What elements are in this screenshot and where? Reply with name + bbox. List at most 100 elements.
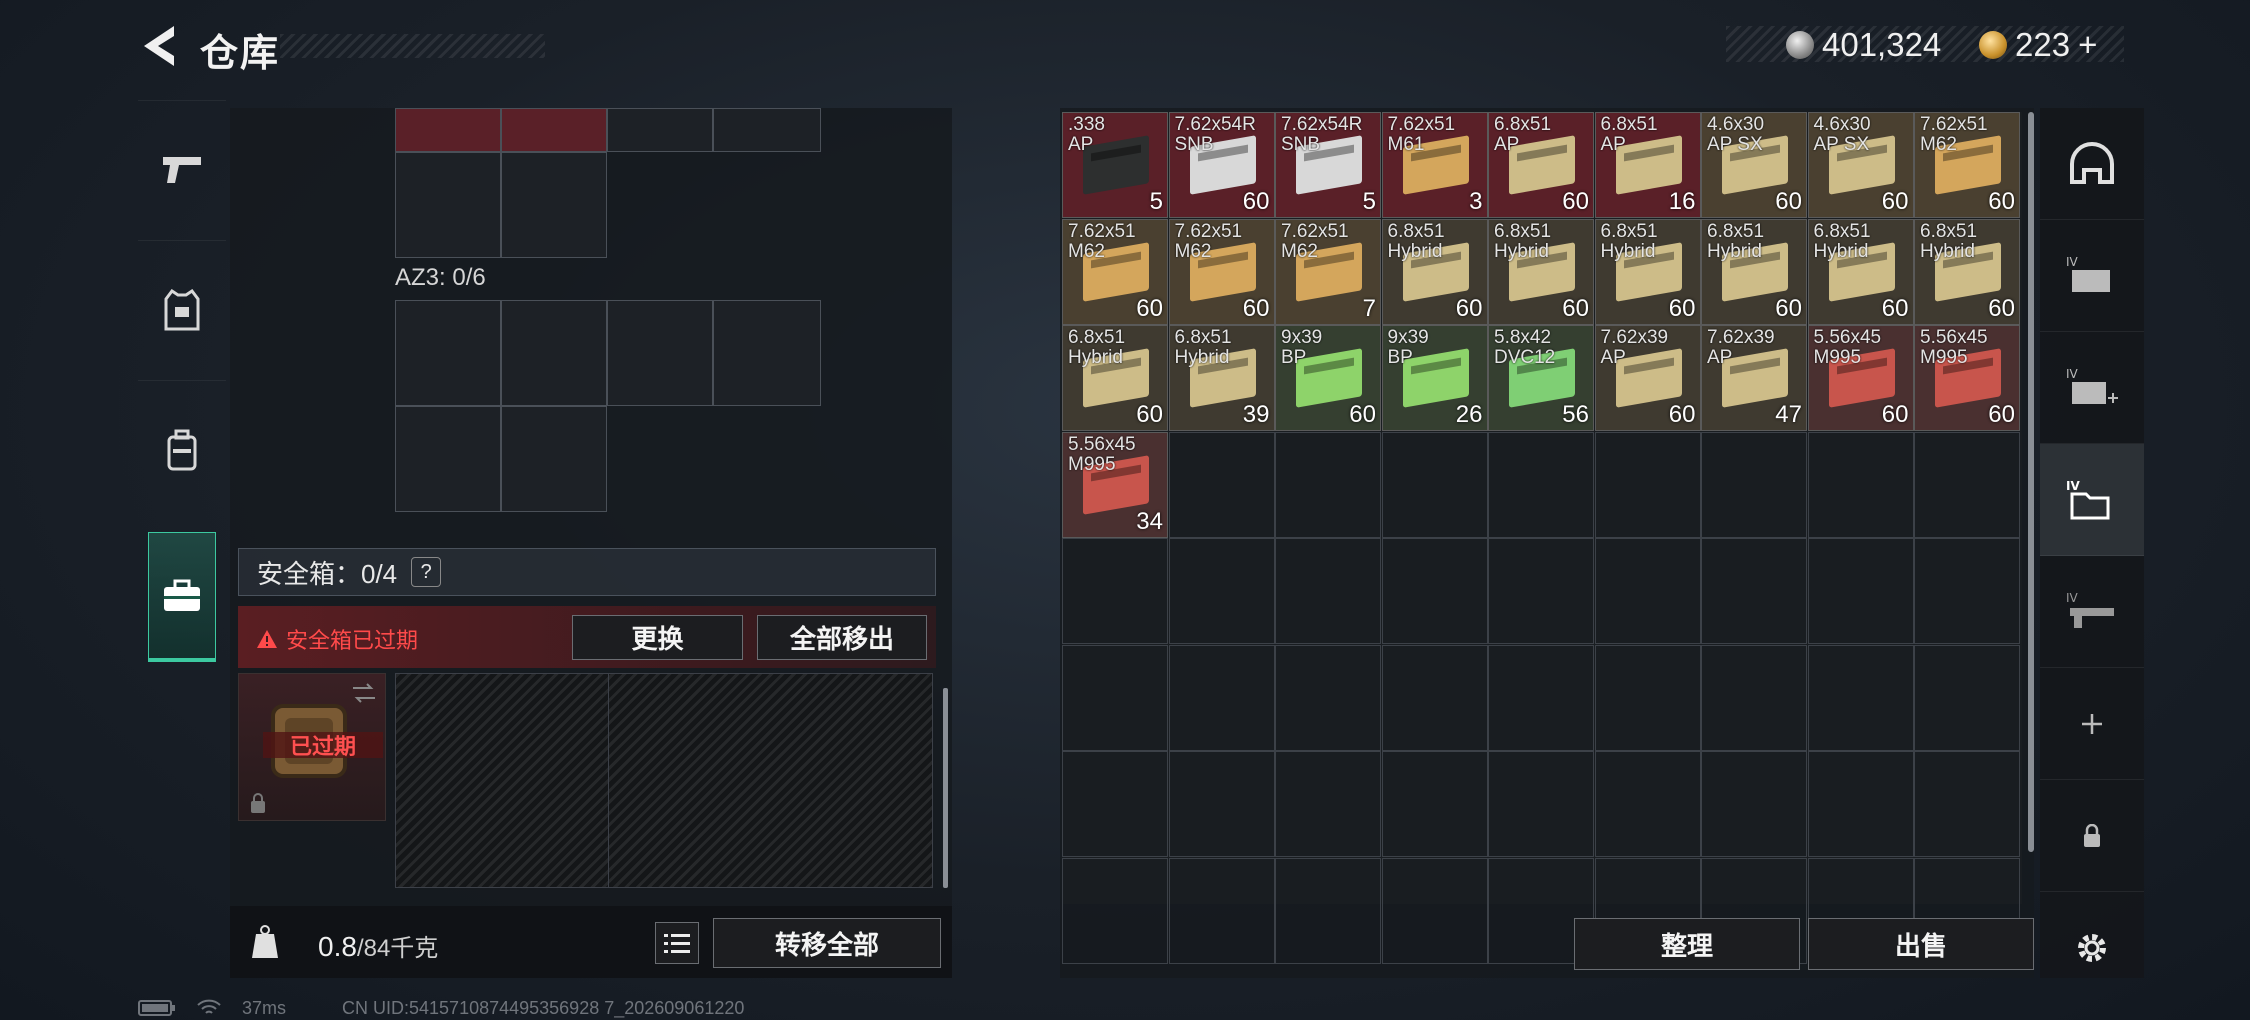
ammo-item[interactable]: 5.56x45 M995 60: [1807, 325, 1914, 431]
settings-button[interactable]: [2040, 892, 2144, 1004]
stash-slot[interactable]: [1488, 431, 1594, 538]
ammo-item[interactable]: 6.8x51 Hybrid 60: [1807, 218, 1914, 325]
stash-slot[interactable]: [1275, 431, 1381, 538]
nav-vest[interactable]: [138, 240, 226, 378]
stash-slot[interactable]: [1381, 751, 1488, 857]
stash-slot[interactable]: [1062, 751, 1168, 857]
stash-slot[interactable]: [1701, 751, 1807, 857]
ammo-item[interactable]: 6.8x51 AP 16: [1594, 112, 1701, 218]
stash-slot[interactable]: [1914, 644, 2020, 751]
stash-slot[interactable]: [1594, 538, 1701, 644]
tab-case-4[interactable]: IV: [2040, 556, 2144, 668]
stash-slot[interactable]: [1807, 431, 1914, 538]
ammo-item[interactable]: 4.6x30 AP SX 60: [1807, 112, 1914, 218]
stash-slot[interactable]: [1381, 538, 1488, 644]
stash-slot[interactable]: [1168, 751, 1275, 857]
stash-slot[interactable]: [1381, 644, 1488, 751]
stash-slot[interactable]: [1381, 857, 1488, 964]
stash-slot[interactable]: [1488, 538, 1594, 644]
ammo-item[interactable]: 5.8x42 DVC12 56: [1488, 325, 1594, 431]
ammo-item[interactable]: 7.62x51 M62 60: [1168, 218, 1275, 325]
tab-locked[interactable]: [2040, 780, 2144, 892]
az3-slot[interactable]: [395, 406, 501, 512]
ammo-item[interactable]: 7.62x51 M62 60: [1914, 112, 2020, 218]
ammo-item[interactable]: 7.62x51 M62 60: [1062, 218, 1168, 325]
gold-currency[interactable]: 223 +: [1979, 26, 2097, 64]
stash-slot[interactable]: [1594, 751, 1701, 857]
stash-slot[interactable]: [1914, 538, 2020, 644]
back-button[interactable]: [138, 22, 182, 70]
container-slot[interactable]: [395, 108, 501, 152]
stash-slot[interactable]: [1807, 751, 1914, 857]
nav-backpack[interactable]: [138, 380, 226, 518]
stash-slot[interactable]: [1488, 751, 1594, 857]
stash-slot[interactable]: [1701, 431, 1807, 538]
move-all-out-button[interactable]: 全部移出: [757, 615, 927, 660]
stash-slot[interactable]: [1275, 751, 1381, 857]
stash-slot[interactable]: [1701, 644, 1807, 751]
nav-weapon[interactable]: [138, 100, 226, 238]
ammo-item[interactable]: 7.62x54R SNB 60: [1168, 112, 1275, 218]
stash-slot[interactable]: [1381, 431, 1488, 538]
stash-slot[interactable]: [1488, 644, 1594, 751]
list-view-button[interactable]: [655, 922, 699, 964]
ammo-item[interactable]: 7.62x39 AP 47: [1701, 325, 1807, 431]
safebox-slots[interactable]: [395, 673, 933, 888]
az3-slot[interactable]: [501, 406, 607, 512]
help-icon[interactable]: ?: [411, 557, 442, 587]
stash-slot[interactable]: [1275, 857, 1381, 964]
az3-slot[interactable]: [501, 300, 607, 406]
container-slot[interactable]: [607, 108, 713, 152]
stash-slot[interactable]: [1062, 644, 1168, 751]
stash-slot[interactable]: [1062, 857, 1168, 964]
tab-case-2[interactable]: IV: [2040, 332, 2144, 444]
container-slot[interactable]: [501, 108, 607, 152]
swap-button[interactable]: 更换: [572, 615, 743, 660]
stash-slot[interactable]: [1168, 431, 1275, 538]
ammo-item[interactable]: 7.62x51 M61 3: [1381, 112, 1488, 218]
ammo-item[interactable]: 6.8x51 Hybrid 60: [1701, 218, 1807, 325]
nav-safebox[interactable]: [148, 532, 216, 662]
ammo-item[interactable]: 7.62x54R SNB 5: [1275, 112, 1381, 218]
container-scrollbar[interactable]: [943, 688, 948, 888]
stash-slot[interactable]: [1914, 751, 2020, 857]
container-slot[interactable]: [501, 152, 607, 258]
stash-slot[interactable]: [1807, 538, 1914, 644]
ammo-item[interactable]: 6.8x51 Hybrid 60: [1488, 218, 1594, 325]
ammo-item[interactable]: 6.8x51 Hybrid 60: [1594, 218, 1701, 325]
sort-button[interactable]: 整理: [1574, 918, 1800, 970]
ammo-item[interactable]: 6.8x51 Hybrid 60: [1062, 325, 1168, 431]
az3-slot[interactable]: [395, 300, 501, 406]
ammo-item[interactable]: .338 AP 5: [1062, 112, 1168, 218]
stash-slot[interactable]: [1168, 857, 1275, 964]
tab-case-3[interactable]: IV: [2040, 444, 2144, 556]
ammo-item[interactable]: 4.6x30 AP SX 60: [1701, 112, 1807, 218]
ammo-item[interactable]: 7.62x51 M62 7: [1275, 218, 1381, 325]
add-gold-icon[interactable]: +: [2078, 26, 2097, 64]
ammo-item[interactable]: 9x39 BP 26: [1381, 325, 1488, 431]
ammo-item[interactable]: 6.8x51 Hybrid 60: [1381, 218, 1488, 325]
tab-add[interactable]: [2040, 668, 2144, 780]
ammo-item[interactable]: 6.8x51 Hybrid 39: [1168, 325, 1275, 431]
ammo-item[interactable]: 6.8x51 Hybrid 60: [1914, 218, 2020, 325]
stash-slot[interactable]: [1275, 644, 1381, 751]
sell-button[interactable]: 出售: [1808, 918, 2034, 970]
stash-scrollbar[interactable]: [2028, 112, 2034, 852]
ammo-item[interactable]: 9x39 BP 60: [1275, 325, 1381, 431]
stash-slot[interactable]: [1914, 431, 2020, 538]
ammo-item[interactable]: 5.56x45 M995 60: [1914, 325, 2020, 431]
stash-slot[interactable]: [1594, 431, 1701, 538]
ammo-item[interactable]: 5.56x45 M995 34: [1062, 431, 1168, 538]
az3-slot[interactable]: [713, 300, 821, 406]
ammo-item[interactable]: 7.62x39 AP 60: [1594, 325, 1701, 431]
az3-slot[interactable]: [607, 300, 713, 406]
tab-case-1[interactable]: IV: [2040, 220, 2144, 332]
container-slot[interactable]: [713, 108, 821, 152]
stash-slot[interactable]: [1594, 644, 1701, 751]
container-slot[interactable]: [395, 152, 501, 258]
transfer-all-button[interactable]: 转移全部: [713, 918, 941, 968]
stash-slot[interactable]: [1701, 538, 1807, 644]
stash-slot[interactable]: [1807, 644, 1914, 751]
ammo-item[interactable]: 6.8x51 AP 60: [1488, 112, 1594, 218]
tab-helmet[interactable]: [2040, 108, 2144, 220]
